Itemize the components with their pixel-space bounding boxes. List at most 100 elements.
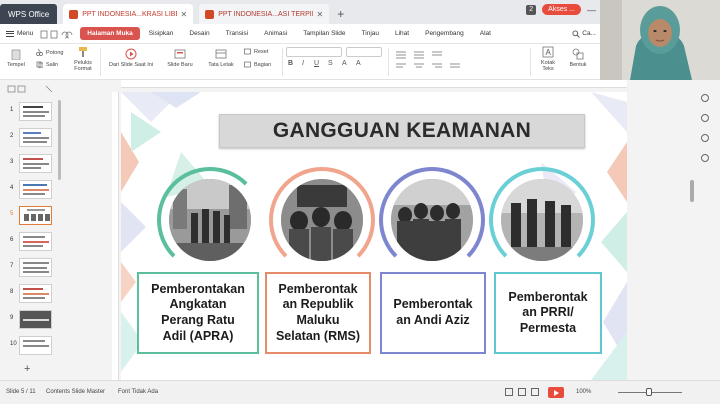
- thumbnail-slide-2[interactable]: 2: [4, 128, 56, 148]
- kotak-teks-button[interactable]: A Kotak Teks: [536, 46, 560, 72]
- potong-label: Potong: [46, 49, 64, 56]
- tab-sisipkan[interactable]: Sisipkan: [142, 27, 181, 40]
- andi-aziz-photo-image: [391, 179, 473, 261]
- vertical-scrollbar[interactable]: [690, 180, 694, 202]
- panel-view-toggle[interactable]: [6, 84, 56, 94]
- card-prri-permesta[interactable]: Pemberontak an PRRI/ Permesta: [494, 272, 602, 354]
- shadow-button[interactable]: S: [328, 60, 333, 67]
- tab-halaman-muka[interactable]: Halaman Muka: [80, 27, 140, 40]
- tab-alat[interactable]: Alat: [473, 27, 498, 40]
- reset-label: Reset: [254, 48, 269, 55]
- close-tab-icon[interactable]: ✕: [181, 10, 188, 19]
- thumbnail-slide-7[interactable]: 7: [4, 258, 56, 278]
- thumbnail-scrollbar[interactable]: [58, 100, 61, 180]
- ribbon-separator: [282, 48, 283, 76]
- bentuk-button[interactable]: Bentuk: [564, 48, 592, 68]
- tab-lihat[interactable]: Lihat: [388, 27, 416, 40]
- tab-tinjau[interactable]: Tinjau: [355, 27, 386, 40]
- tab-pengembang[interactable]: Pengembang: [418, 27, 471, 40]
- card-andi-aziz[interactable]: Pemberontak an Andi Aziz: [380, 272, 486, 354]
- font-size-select[interactable]: [346, 47, 382, 57]
- bagian-label: Bagian: [254, 61, 272, 68]
- menu-search[interactable]: Ca...: [572, 29, 600, 38]
- window-count-badge[interactable]: 2: [526, 4, 537, 15]
- thumbnail-number: 9: [10, 315, 14, 321]
- thumbnail-slide-6[interactable]: 6: [4, 232, 56, 252]
- hamburger-icon: [6, 30, 14, 37]
- thumbnail-slide-1[interactable]: 1: [4, 102, 56, 122]
- tab-desain[interactable]: Desain: [182, 27, 216, 40]
- settings-panel-icon[interactable]: [701, 134, 709, 142]
- paragraph-tools[interactable]: [394, 49, 534, 73]
- slide-master-label[interactable]: Contents Slide Master: [46, 389, 105, 395]
- slide-title[interactable]: GANGGUAN KEAMANAN: [219, 114, 585, 148]
- tab-animasi[interactable]: Animasi: [257, 27, 294, 40]
- card-apra-line: Adil (APRA): [162, 328, 234, 343]
- ribbon-separator: [100, 48, 101, 76]
- close-tab-icon[interactable]: ✕: [317, 10, 324, 19]
- app-name[interactable]: WPS Office: [0, 4, 58, 24]
- italic-button[interactable]: I: [302, 60, 304, 67]
- card-apra-line: Angkatan: [169, 297, 227, 312]
- missing-font-label[interactable]: Font Tidak Ada: [118, 389, 158, 395]
- document-tab-active[interactable]: PPT INDONESIA...KRASI LIBERAL ✕: [63, 4, 194, 24]
- document-tab-inactive[interactable]: PPT INDONESIA...ASI TERPIMPIN ✕: [199, 4, 330, 24]
- reset-button[interactable]: Reset: [244, 48, 268, 55]
- tempel-button[interactable]: Tempel: [4, 48, 28, 68]
- bold-button[interactable]: B: [288, 60, 293, 67]
- thumbnail-slide-9[interactable]: 9: [4, 310, 56, 330]
- quick-access-icons[interactable]: [39, 29, 79, 39]
- akses-button[interactable]: Akses ...: [542, 4, 581, 15]
- zoom-level[interactable]: 100%: [576, 389, 591, 395]
- document-tab-label: PPT INDONESIA...ASI TERPIMPIN: [218, 10, 312, 18]
- bentuk-label: Bentuk: [569, 62, 587, 68]
- dari-slide-button[interactable]: Dari Slide Saat Ini: [104, 48, 158, 68]
- underline-button[interactable]: U: [314, 60, 319, 67]
- slide-baru-button[interactable]: Slide Baru: [164, 48, 196, 68]
- slide-canvas[interactable]: GANGGUAN KEAMANAN Pemberontakan Angkatan…: [121, 92, 627, 380]
- thumbnail-image: [19, 258, 52, 277]
- card-rms[interactable]: Pemberontak an Republik Maluku Selatan (…: [265, 272, 371, 354]
- potong-button[interactable]: Potong: [36, 49, 63, 56]
- workspace: 1 2 3 4 5 6 7 8 9 10 + GANGGUAN KEAMANAN…: [0, 80, 720, 380]
- thumbnail-slide-4[interactable]: 4: [4, 180, 56, 200]
- clipboard-icon: [11, 49, 21, 60]
- bagian-button[interactable]: Bagian: [244, 61, 271, 68]
- add-slide-button[interactable]: +: [24, 363, 30, 375]
- zoom-slider-handle[interactable]: [646, 388, 652, 396]
- pelukis-format-button[interactable]: Pelukis Format: [70, 46, 96, 72]
- font-family-select[interactable]: [286, 47, 342, 57]
- thumbnail-slide-5[interactable]: 5: [4, 206, 56, 226]
- new-tab-button[interactable]: +: [337, 4, 344, 24]
- minimize-icon[interactable]: —: [587, 5, 596, 15]
- thumbnail-slide-10[interactable]: 10: [4, 336, 56, 356]
- salin-button[interactable]: Salin: [36, 61, 58, 68]
- play-circle-icon: [125, 48, 137, 60]
- main-menu-label: Menu: [17, 30, 34, 37]
- thumbnail-slide-3[interactable]: 3: [4, 154, 56, 174]
- slideshow-play-icon[interactable]: [548, 387, 564, 398]
- photo-apra: [169, 179, 251, 261]
- thumbnail-slide-8[interactable]: 8: [4, 284, 56, 304]
- font-color-button[interactable]: A: [356, 60, 361, 67]
- sorter-view-icon[interactable]: [518, 388, 526, 396]
- card-prri-line: Pemberontak: [508, 289, 588, 304]
- normal-view-icon[interactable]: [505, 388, 513, 396]
- ppt-file-icon: [69, 9, 79, 19]
- dari-slide-label: Dari Slide Saat Ini: [108, 62, 154, 68]
- property-panel-icon[interactable]: [701, 94, 709, 102]
- card-apra[interactable]: Pemberontakan Angkatan Perang Ratu Adil …: [137, 272, 259, 354]
- thumbnail-number: 8: [10, 289, 14, 295]
- thumbnail-image: [19, 310, 52, 329]
- section-icon: [244, 61, 251, 68]
- tab-transisi[interactable]: Transisi: [219, 27, 256, 40]
- svg-text:A: A: [546, 48, 552, 57]
- main-menu-button[interactable]: Menu: [0, 30, 39, 37]
- strikethrough-button[interactable]: A: [342, 60, 347, 67]
- tata-letak-button[interactable]: Tata Letak: [202, 48, 240, 68]
- history-panel-icon[interactable]: [701, 154, 709, 162]
- reading-view-icon[interactable]: [531, 388, 539, 396]
- card-andi-aziz-line: an Andi Aziz: [396, 313, 470, 327]
- tab-tampilan-slide[interactable]: Tampilan Slide: [296, 27, 352, 40]
- animation-panel-icon[interactable]: [701, 114, 709, 122]
